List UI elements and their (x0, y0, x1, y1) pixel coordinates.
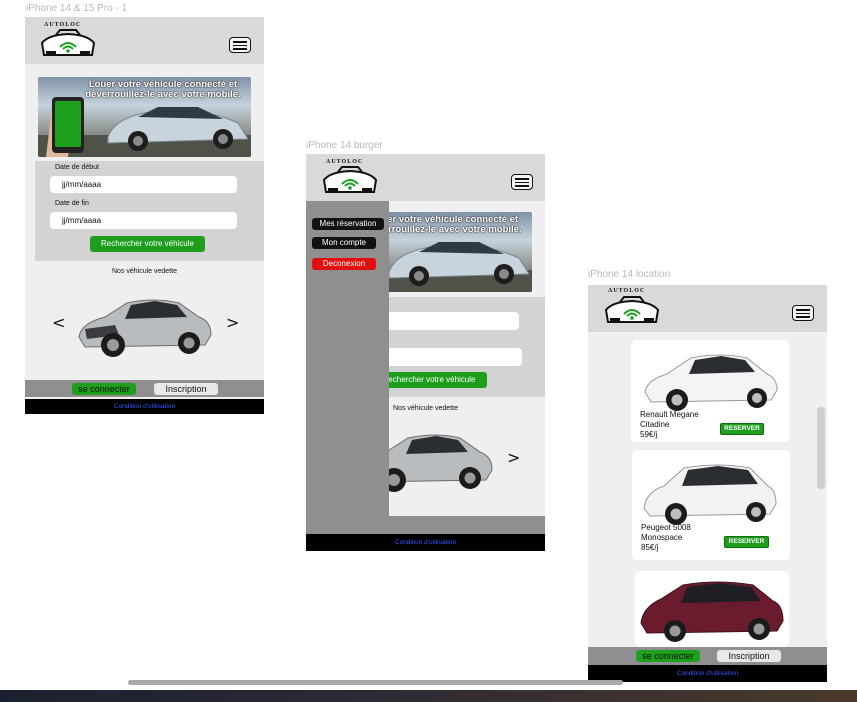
bottom-auth-bar: se connecter Inscription (25, 380, 264, 397)
car-image-5008 (643, 464, 777, 525)
car-price: 85€/j (641, 543, 659, 552)
car-category: Monospace (641, 533, 683, 542)
start-date-input[interactable] (50, 176, 237, 193)
side-menu-panel: Mes réservation Mon compte Deconexion (306, 201, 389, 534)
car-image-megane (644, 354, 778, 411)
car-card[interactable]: Renault Megane Citadine 59€/j RESERVER (631, 340, 789, 442)
car-image-espace (640, 581, 784, 642)
app-header: AUTOLOC (588, 285, 827, 332)
end-date-label: Date de fin (55, 200, 89, 207)
menu-item-logout[interactable]: Deconexion (312, 258, 376, 270)
phone-location-screen: AUTOLOC Renault Megane Citadine 59€/j RE… (588, 285, 827, 682)
autoloc-logo[interactable]: AUTOLOC (602, 287, 662, 329)
carousel-next-arrow[interactable]: > (226, 313, 239, 332)
car-logo-icon (604, 296, 660, 323)
phone-burger-screen: AUTOLOC Louer votre véhicule connecté et… (306, 154, 545, 551)
vertical-scrollbar[interactable] (817, 407, 825, 489)
hamburger-menu-button[interactable] (511, 174, 533, 190)
featured-car-image (78, 299, 212, 357)
app-header: AUTOLOC (25, 17, 264, 64)
car-name: Renault Megane (640, 410, 699, 419)
hamburger-menu-button[interactable] (792, 305, 814, 321)
banner-headline: Louer votre véhicule connecté et déverro… (85, 79, 241, 100)
app-header: AUTOLOC (306, 154, 545, 201)
autoloc-logo[interactable]: AUTOLOC (320, 158, 380, 198)
car-name: Peugeot 5008 (641, 523, 691, 532)
frame-label-home: iPhone 14 & 15 Pro - 1 (26, 3, 128, 14)
featured-title: Nos véhicule vedette (112, 268, 177, 275)
canvas-horizontal-scrollbar[interactable] (128, 680, 623, 685)
search-vehicle-button[interactable]: Rechercher votre véhicule (90, 236, 205, 252)
hamburger-menu-button[interactable] (229, 37, 251, 53)
end-date-input[interactable] (50, 212, 237, 229)
frame-label-burger: iPhone 14 burger (306, 140, 383, 151)
autoloc-logo[interactable]: AUTOLOC (38, 21, 98, 61)
carousel-prev-arrow[interactable]: < (52, 313, 65, 332)
hero-banner: Louer votre véhicule connecté et déverro… (38, 77, 251, 157)
start-date-label: Date de début (55, 164, 99, 171)
login-button[interactable]: se connecter (636, 650, 700, 662)
reserve-button[interactable]: RESERVER (720, 423, 764, 435)
car-price: 59€/j (640, 430, 658, 439)
car-logo-icon (40, 29, 96, 56)
terms-link[interactable]: Condition d'utilisation (25, 399, 264, 414)
frame-label-location: iPhone 14 location (588, 269, 671, 280)
car-card[interactable] (635, 571, 789, 647)
carousel-next-arrow[interactable]: > (507, 448, 520, 467)
menu-item-account[interactable]: Mon compte (312, 237, 376, 249)
signup-button[interactable]: Inscription (154, 383, 218, 395)
phone-home-screen: AUTOLOC Louer votre véhicule connecté et… (25, 17, 264, 414)
bottom-auth-bar: se connecter Inscription (588, 647, 827, 665)
menu-item-reservations[interactable]: Mes réservation (312, 218, 384, 230)
reserve-button[interactable]: RESERVER (724, 536, 769, 548)
car-logo-icon (322, 166, 378, 193)
login-button[interactable]: se connecter (72, 383, 136, 395)
signup-button[interactable]: Inscription (717, 650, 781, 662)
search-form: Date de début Date de fin Rechercher vot… (35, 161, 264, 261)
terms-link[interactable]: Condition d'utilisation (306, 534, 545, 551)
os-taskbar (0, 690, 857, 702)
car-category: Citadine (640, 420, 670, 429)
terms-link[interactable]: Condition d'utilisation (588, 665, 827, 682)
car-card[interactable]: Peugeot 5008 Monospace 85€/j RESERVER (632, 450, 790, 560)
